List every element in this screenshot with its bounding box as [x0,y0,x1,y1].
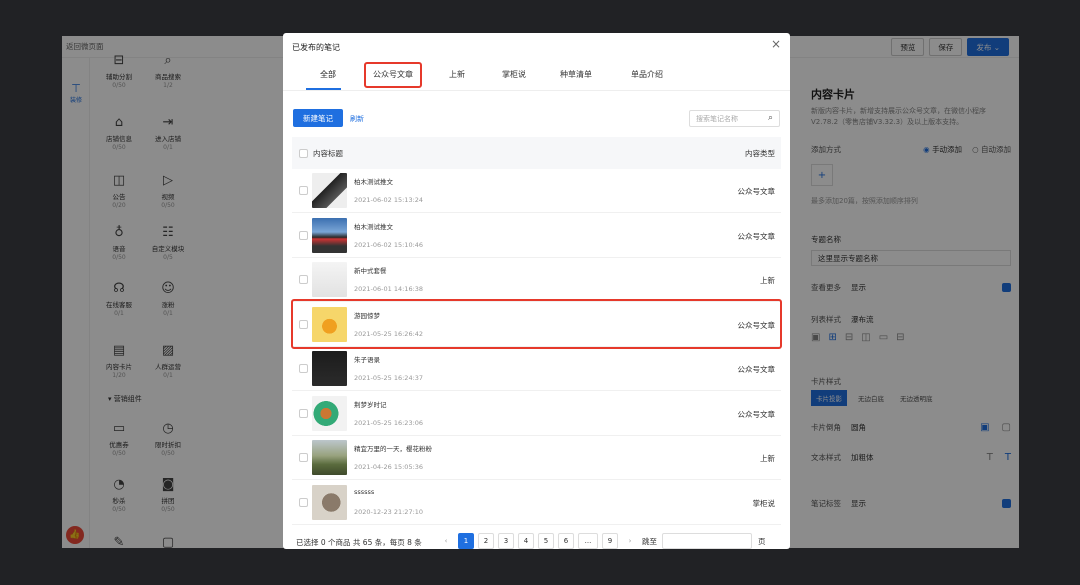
pagination-footer: 已选择 0 个商品 共 65 条，每页 8 条 ‹ 1 2 3 4 5 6... 9 › 跳至 页 [296,533,781,551]
note-title: 荆梦岁时记 [354,400,387,409]
table-row[interactable]: ssssss 2020-12-23 21:27:10 掌柜说 [292,481,781,525]
page-1[interactable]: 1 [458,533,474,549]
note-title: 朱子语录 [354,356,380,364]
table-row[interactable]: 荆梦岁时记 2021-05-25 16:23:06 公众号文章 [292,392,781,436]
note-date: 2020-12-23 21:27:10 [354,507,424,516]
note-thumbnail [312,217,347,253]
note-type: 上新 [760,276,775,285]
page-5[interactable]: 5 [538,533,554,549]
tab-3[interactable]: 掌柜说 [502,69,526,80]
note-type: 上新 [760,454,775,463]
note-thumbnail [312,262,347,297]
selection-summary: 已选择 0 个商品 共 65 条，每页 8 条 [296,537,422,547]
table-row[interactable]: 柏木测试推文 2021-06-02 15:13:24 公众号文章 [292,169,781,213]
table-row[interactable]: 精宜万里的一天，樱花粉粉 2021-04-26 15:05:36 上新 [292,436,781,480]
note-title: ssssss [354,487,375,496]
note-date: 2021-04-26 15:05:36 [354,463,424,471]
goto-page-input[interactable] [662,533,752,549]
row-checkbox[interactable] [299,497,308,507]
page-unit: 页 [758,537,766,546]
row-checkbox[interactable] [299,364,308,373]
table-header: 内容标题 内容类型 [292,137,781,169]
pagination: ‹ 1 2 3 4 5 6... 9 › 跳至 页 [438,533,798,551]
note-thumbnail [312,484,347,520]
row-checkbox[interactable] [299,186,308,195]
row-checkbox[interactable] [299,408,308,418]
tab-4[interactable]: 种草清单 [560,69,592,80]
select-all-checkbox[interactable] [299,148,308,158]
new-note-button[interactable]: 新建笔记 [293,109,343,127]
row-checkbox[interactable] [299,230,308,240]
note-thumbnail [312,173,347,208]
search-icon[interactable]: ⌕ [768,113,773,123]
note-title: 精宜万里的一天，樱花粉粉 [354,445,432,453]
note-type: 公众号文章 [737,231,776,241]
note-title: 新中式套餐 [354,267,387,275]
highlight-box-tab [364,62,422,88]
published-notes-modal: 已发布的笔记 × 全部 公众号文章 上新 掌柜说 种草清单 单品介绍 新建笔记 刷新 搜索… [283,33,790,549]
note-date: 2021-06-02 15:13:24 [354,196,424,204]
highlight-box-row [291,299,782,349]
tab-2[interactable]: 上新 [449,69,465,80]
modal-title: 已发布的笔记 [292,43,340,52]
row-checkbox[interactable] [299,453,308,462]
page-4[interactable]: 4 [518,533,534,549]
note-date: 2021-05-25 16:23:06 [354,418,424,427]
note-type: 公众号文章 [737,409,776,419]
prev-page-icon[interactable]: ‹ [438,533,454,549]
page-6[interactable]: 6 [558,533,574,549]
row-checkbox[interactable] [299,275,308,284]
page-...[interactable]: ... [578,533,598,549]
col-type: 内容类型 [745,148,775,158]
note-title: 柏木测试推文 [354,222,393,231]
note-type: 公众号文章 [737,365,776,374]
note-type: 公众号文章 [737,187,776,196]
note-date: 2021-06-01 14:16:38 [354,285,424,293]
note-thumbnail [312,395,347,431]
table-row[interactable]: 朱子语录 2021-05-25 16:24:37 公众号文章 [292,347,781,391]
close-icon[interactable]: × [771,37,781,51]
page-2[interactable]: 2 [478,533,494,549]
note-thumbnail [312,440,347,475]
tab-0[interactable]: 全部 [320,69,336,80]
table-row[interactable]: 柏木测试推文 2021-06-02 15:10:46 公众号文章 [292,214,781,258]
note-date: 2021-05-25 16:24:37 [354,374,424,382]
goto-label: 跳至 [642,537,657,546]
refresh-link[interactable]: 刷新 [350,114,364,124]
col-title: 内容标题 [313,148,343,158]
page-9[interactable]: 9 [602,533,618,549]
tab-divider [283,90,790,91]
note-type: 掌柜说 [752,498,776,508]
next-page-icon[interactable]: › [622,533,638,549]
note-thumbnail [312,351,347,386]
note-date: 2021-06-02 15:10:46 [354,240,424,249]
search-input[interactable]: 搜索笔记名称 ⌕ [689,110,780,127]
table-row[interactable]: 新中式套餐 2021-06-01 14:16:38 上新 [292,258,781,302]
note-title: 柏木测试推文 [354,178,393,186]
page-3[interactable]: 3 [498,533,514,549]
tab-5[interactable]: 单品介绍 [631,69,663,80]
